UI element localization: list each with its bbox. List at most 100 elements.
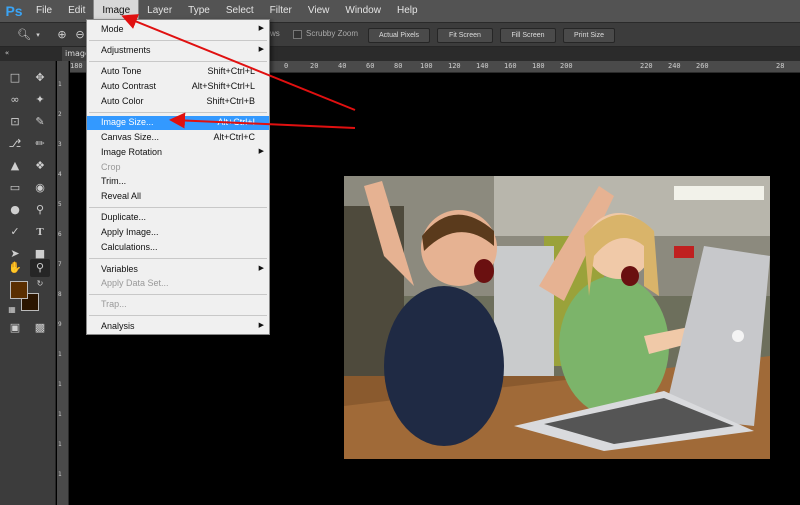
menu-file[interactable]: File [28, 0, 60, 22]
type-tool-icon[interactable]: T [30, 223, 50, 241]
options-partial-label: ws [270, 29, 280, 38]
menu-separator [89, 61, 267, 62]
ruler-tick-label: 1 [58, 81, 62, 88]
actual-pixels-button[interactable]: Actual Pixels [368, 28, 430, 43]
menu-item-label: Analysis [101, 321, 135, 331]
clone-stamp-tool-icon[interactable]: ▲ [5, 157, 25, 175]
swap-colors-icon[interactable]: ↻ [30, 275, 50, 293]
print-size-button[interactable]: Print Size [563, 28, 615, 43]
menu-item-label: Auto Contrast [101, 81, 157, 91]
menu-item-apply-image[interactable]: Apply Image... [87, 226, 269, 240]
menu-item-crop[interactable]: Crop [87, 161, 269, 175]
ruler-tick-label: 260 [696, 62, 709, 70]
brush-tool-icon[interactable]: ✏ [30, 135, 50, 153]
magic-wand-tool-icon[interactable]: ✦ [30, 91, 50, 109]
ruler-tick-label: 8 [58, 291, 62, 298]
menu-item-auto-contrast[interactable]: Auto Contrast Alt+Shift+Ctrl+L [87, 80, 269, 94]
menu-item-label: Apply Image... [101, 227, 159, 237]
submenu-arrow-icon: ▶ [258, 322, 264, 329]
zoom-in-icon[interactable]: ⊕ [54, 27, 70, 43]
history-brush-tool-icon[interactable]: ❖ [30, 157, 50, 175]
lasso-tool-icon[interactable]: ∞ [5, 91, 25, 109]
ruler-tick-label: 28 [776, 62, 785, 70]
menu-item-shortcut: Alt+Ctrl+C [213, 132, 255, 142]
scrubby-zoom-checkbox[interactable] [293, 30, 302, 39]
menu-item-label: Trap... [101, 299, 127, 309]
tool-preset-dropdown-icon[interactable]: ▾ [34, 27, 42, 43]
fit-screen-button[interactable]: Fit Screen [437, 28, 493, 43]
ruler-tick-label: 7 [58, 261, 62, 268]
menu-item-label: Auto Color [101, 96, 144, 106]
ruler-tick-label: 240 [668, 62, 681, 70]
menu-item-image-rotation[interactable]: Image Rotation ▶ [87, 146, 269, 160]
dodge-tool-icon[interactable]: ⚲ [30, 201, 50, 219]
image-menu-dropdown: Mode ▶ Adjustments ▶ Auto Tone Shift+Ctr… [86, 19, 270, 335]
menu-item-label: Adjustments [101, 45, 151, 55]
ruler-tick-label: 180 [532, 62, 545, 70]
ruler-tick-label: 3 [58, 141, 62, 148]
default-colors-icon[interactable]: ▦ [2, 301, 22, 319]
zoom-tool-icon[interactable]: 🔍︎ [16, 27, 32, 43]
menu-item-shortcut: Shift+Ctrl+L [207, 66, 255, 76]
menu-item-label: Mode [101, 24, 124, 34]
photoshop-logo-icon: Ps [5, 3, 23, 19]
menu-separator [89, 112, 267, 113]
menu-item-apply-data-set[interactable]: Apply Data Set... [87, 277, 269, 291]
menu-separator [89, 315, 267, 316]
eraser-tool-icon[interactable]: ▭ [5, 179, 25, 197]
menu-item-label: Apply Data Set... [101, 278, 169, 288]
menu-help[interactable]: Help [389, 0, 426, 22]
menu-item-auto-color[interactable]: Auto Color Shift+Ctrl+B [87, 95, 269, 109]
screen-mode-icon[interactable]: ▩ [30, 319, 50, 337]
menu-item-shortcut: Alt+Ctrl+I [217, 117, 255, 127]
menu-item-label: Duplicate... [101, 212, 147, 222]
menu-item-calculations[interactable]: Calculations... [87, 241, 269, 255]
document-photo [344, 176, 770, 459]
hand-tool-icon[interactable]: ✋ [5, 259, 25, 277]
menu-item-trap[interactable]: Trap... [87, 298, 269, 312]
ruler-tick-label: 160 [504, 62, 517, 70]
crop-tool-icon[interactable]: ⊡ [5, 113, 25, 131]
menu-item-label: Image Rotation [101, 147, 163, 157]
ruler-tick-label: 1 [58, 381, 62, 388]
menu-item-label: Reveal All [101, 191, 142, 201]
foreground-color-swatch[interactable] [10, 281, 28, 299]
paint-bucket-tool-icon[interactable]: ◉ [30, 179, 50, 197]
menu-item-trim[interactable]: Trim... [87, 175, 269, 189]
menu-item-mode[interactable]: Mode ▶ [87, 23, 269, 37]
ruler-tick-label: 140 [476, 62, 489, 70]
ruler-tick-label: 80 [394, 62, 403, 70]
submenu-arrow-icon: ▶ [258, 265, 264, 272]
menu-item-image-size[interactable]: Image Size... Alt+Ctrl+I [87, 116, 269, 130]
menu-item-auto-tone[interactable]: Auto Tone Shift+Ctrl+L [87, 65, 269, 79]
ruler-tick-label: 6 [58, 231, 62, 238]
menu-item-reveal-all[interactable]: Reveal All [87, 190, 269, 204]
healing-brush-tool-icon[interactable]: ⎇ [5, 135, 25, 153]
menu-item-canvas-size[interactable]: Canvas Size... Alt+Ctrl+C [87, 131, 269, 145]
menu-item-shortcut: Shift+Ctrl+B [206, 96, 255, 106]
submenu-arrow-icon: ▶ [258, 46, 264, 53]
menu-item-analysis[interactable]: Analysis ▶ [87, 320, 269, 334]
menu-item-duplicate[interactable]: Duplicate... [87, 211, 269, 225]
ruler-tick-label: 5 [58, 201, 62, 208]
panel-collapse-icon[interactable]: « [2, 45, 12, 61]
menu-item-label: Canvas Size... [101, 132, 160, 142]
ruler-tick-label: 20 [310, 62, 319, 70]
menu-item-label: Variables [101, 264, 138, 274]
menu-window[interactable]: Window [337, 0, 389, 22]
menu-separator [89, 40, 267, 41]
menu-item-variables[interactable]: Variables ▶ [87, 263, 269, 277]
menu-view[interactable]: View [300, 0, 338, 22]
ruler-tick-label: 220 [640, 62, 653, 70]
move-tool-icon[interactable]: ✥ [30, 69, 50, 87]
pen-tool-icon[interactable]: ✓ [5, 223, 25, 241]
submenu-arrow-icon: ▶ [258, 148, 264, 155]
ruler-tick-label: 120 [448, 62, 461, 70]
marquee-tool-icon[interactable]: □ [5, 69, 25, 87]
menu-item-adjustments[interactable]: Adjustments ▶ [87, 44, 269, 58]
blur-tool-icon[interactable]: ● [5, 201, 25, 219]
eyedropper-tool-icon[interactable]: ✎ [30, 113, 50, 131]
quick-mask-icon[interactable]: ▣ [5, 319, 25, 337]
fill-screen-button[interactable]: Fill Screen [500, 28, 556, 43]
ruler-tick-label: 100 [420, 62, 433, 70]
